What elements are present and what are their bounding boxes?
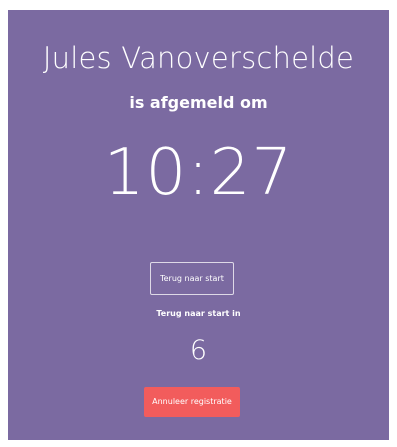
status-subtitle: is afgemeld om xyxy=(129,93,268,112)
countdown-value: 6 xyxy=(189,335,208,366)
countdown-label: Terug naar start in xyxy=(156,309,241,318)
signout-confirmation-panel: Jules Vanoverschelde is afgemeld om 10:2… xyxy=(8,10,389,440)
person-name: Jules Vanoverschelde xyxy=(42,41,355,75)
back-to-start-button[interactable]: Terug naar start xyxy=(150,262,234,295)
cancel-registration-button[interactable]: Annuleer registratie xyxy=(144,387,240,417)
signout-time: 10:27 xyxy=(103,136,294,210)
